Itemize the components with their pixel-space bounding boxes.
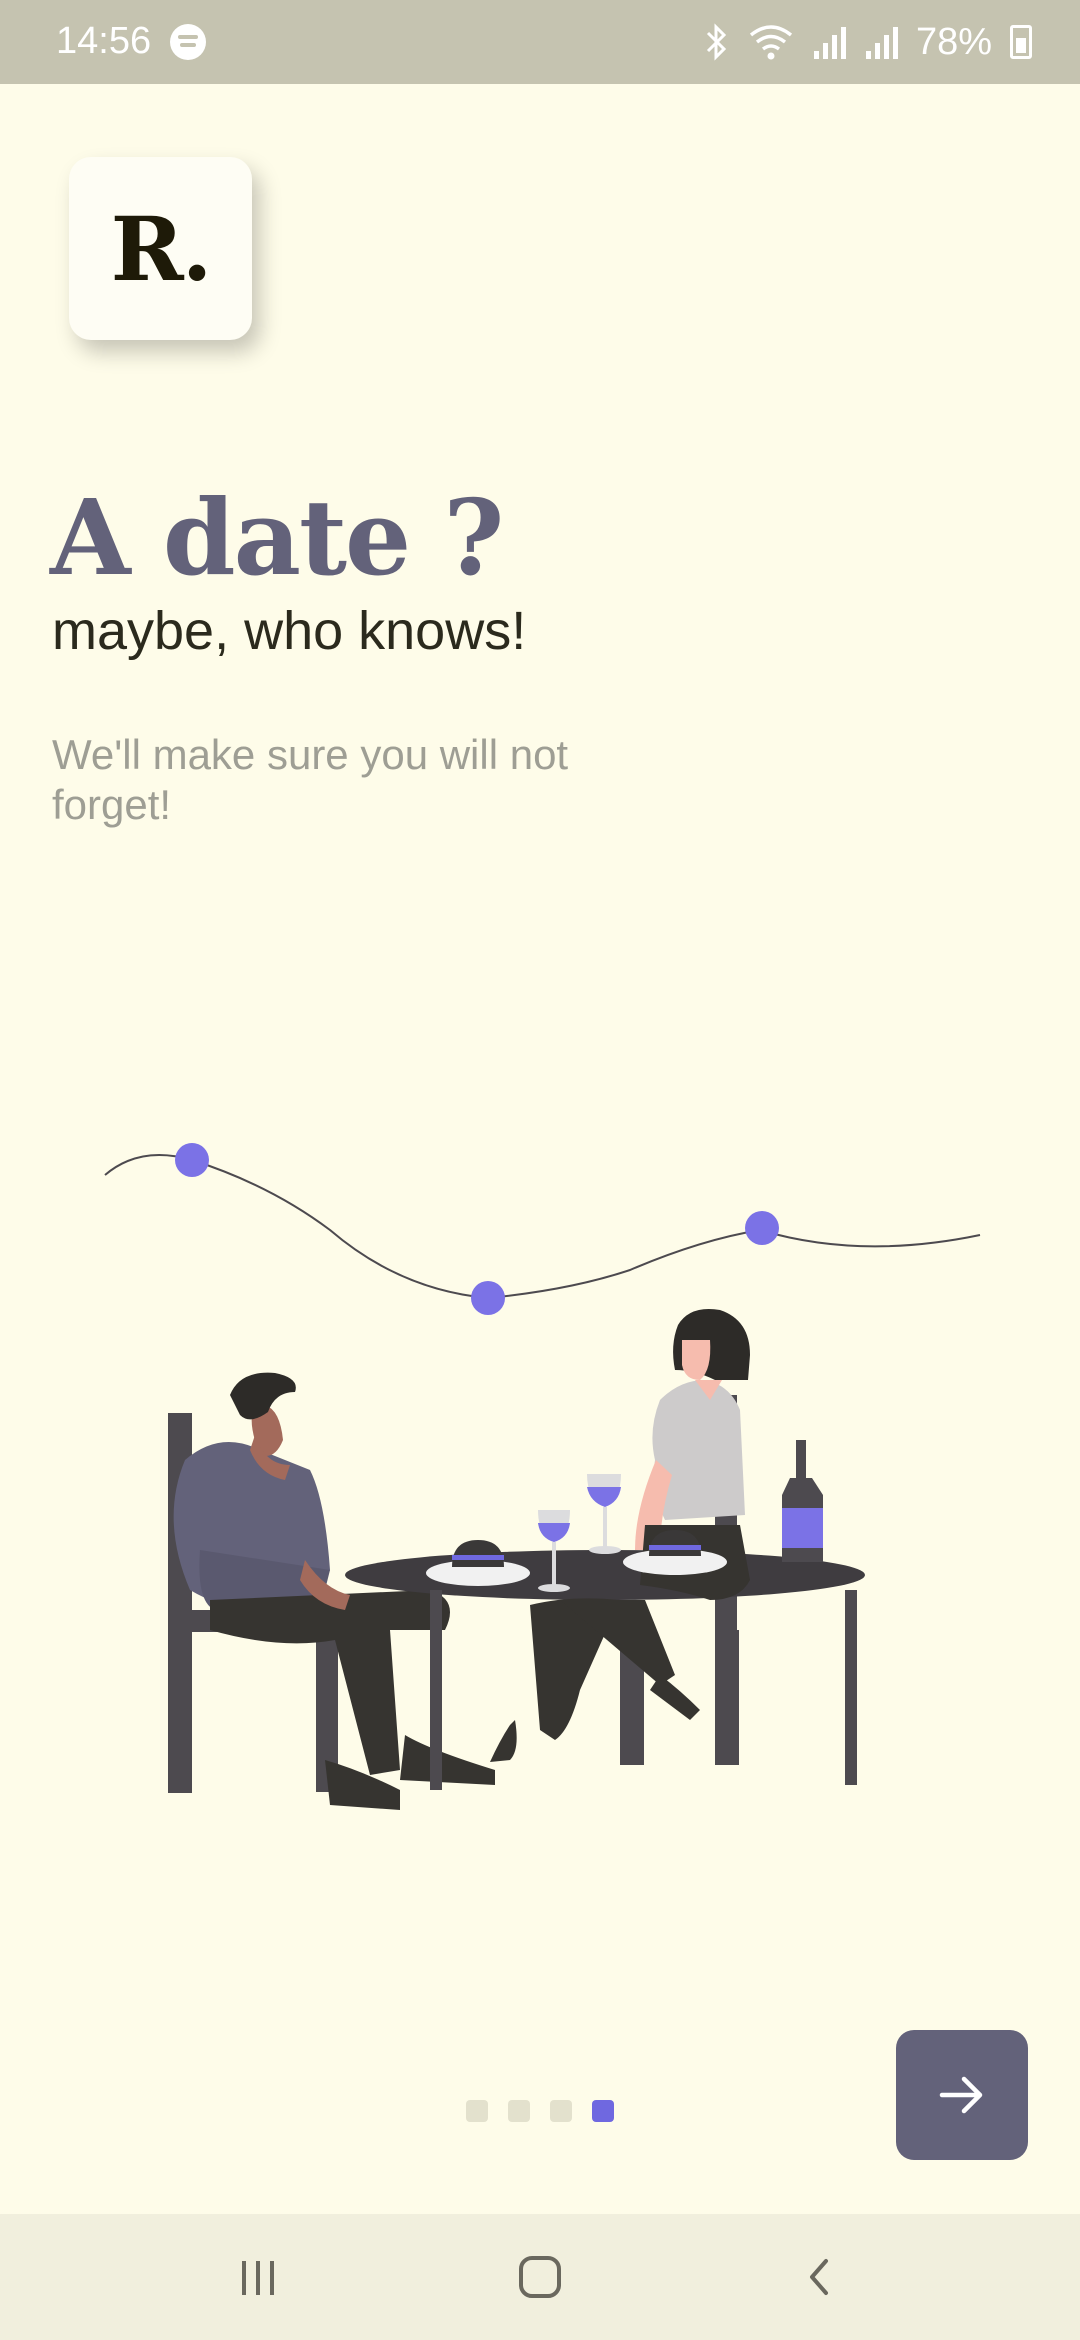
recent-apps-button[interactable] (218, 2244, 298, 2310)
page-indicator-dot[interactable] (466, 2100, 488, 2122)
system-nav-bar (0, 2214, 1080, 2340)
app-logo: R. (69, 157, 252, 340)
spotify-icon (170, 24, 206, 60)
page-indicator-dot[interactable] (508, 2100, 530, 2122)
light-bulb (175, 1143, 209, 1177)
signal-icon (813, 27, 846, 59)
status-icons: 78% (702, 20, 1032, 64)
signal-icon (865, 27, 898, 59)
back-icon (810, 2259, 828, 2295)
status-bar: 14:56 78% (0, 0, 1080, 84)
next-button[interactable] (896, 2030, 1028, 2160)
bluetooth-icon (706, 23, 727, 61)
page-subtitle: maybe, who knows! (52, 601, 527, 661)
page-indicator-dot-active[interactable] (592, 2100, 614, 2122)
battery-charging-icon (1010, 25, 1032, 59)
status-time: 14:56 (56, 20, 152, 62)
home-icon (519, 2256, 561, 2298)
recent-apps-icon (242, 2261, 274, 2295)
dinner-date-illustration (104, 1143, 981, 1810)
battery-percentage: 78% (915, 20, 992, 63)
page-indicator-dot[interactable] (550, 2100, 572, 2122)
back-button[interactable] (780, 2244, 860, 2310)
arrow-right-icon (939, 2076, 983, 2114)
pagination-dots (466, 2100, 614, 2122)
light-bulb (471, 1281, 505, 1315)
string-light-wire (104, 1154, 981, 1300)
logo-text: R. (110, 196, 213, 301)
page-description: We'll make sure you will not forget! (52, 731, 569, 828)
light-bulb (745, 1211, 779, 1245)
wifi-icon (749, 25, 793, 60)
home-button[interactable] (500, 2244, 580, 2310)
page-title: A date ? (50, 476, 504, 599)
